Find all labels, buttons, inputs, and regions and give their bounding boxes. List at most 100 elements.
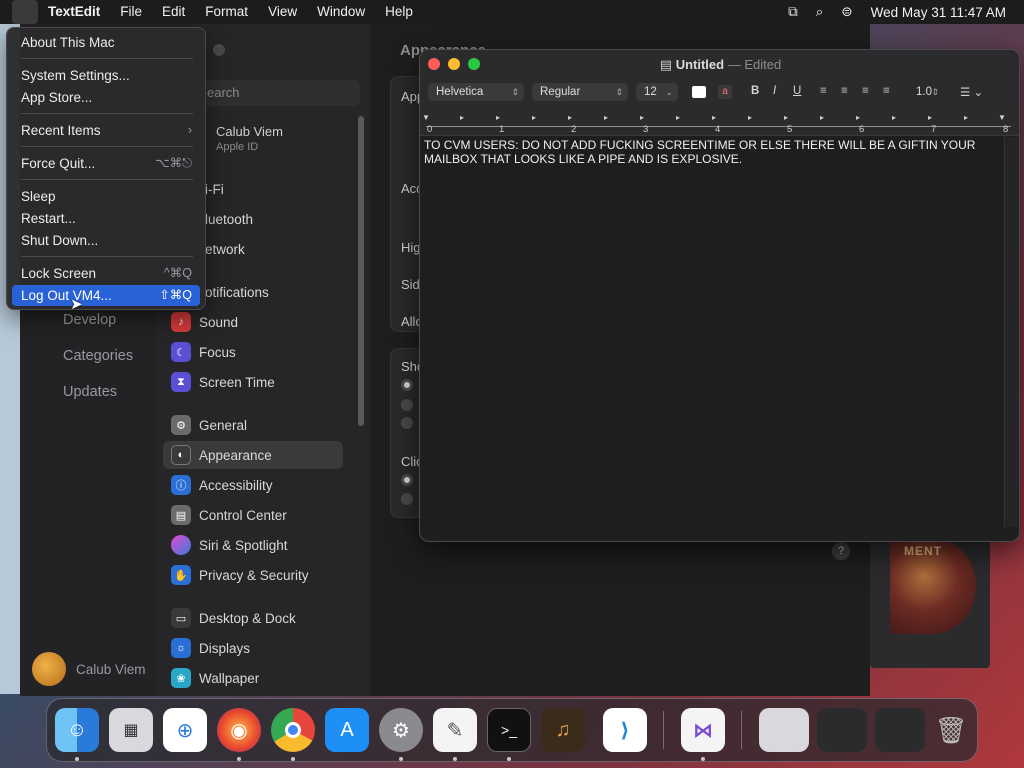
sidebar-item-privacy-security[interactable]: ✋ Privacy & Security: [163, 561, 343, 589]
textedit-titlebar[interactable]: ▤ Untitled — Edited: [420, 50, 1019, 78]
menu-item-recent-items[interactable]: Recent Items ›: [12, 120, 200, 141]
clock[interactable]: Wed May 31 11:47 AM: [871, 5, 1006, 20]
editor-scrollbar[interactable]: [1004, 137, 1019, 527]
terminal-window-thumbnail-icon[interactable]: [817, 708, 867, 752]
sidebar-scrollbar[interactable]: [358, 116, 364, 426]
menu-format[interactable]: Format: [195, 0, 258, 24]
menu-help[interactable]: Help: [375, 0, 423, 24]
screen-mirroring-icon[interactable]: ⧉: [788, 4, 798, 20]
sidebar-item-focus[interactable]: ☾ Focus: [163, 338, 343, 366]
menu-file[interactable]: File: [110, 0, 152, 24]
font-family-popup[interactable]: Helvetica ⇕: [428, 83, 524, 101]
radio-option[interactable]: [401, 399, 413, 411]
text-color-well[interactable]: [692, 86, 706, 98]
align-justify-icon[interactable]: ≡: [883, 85, 890, 97]
apple-menu-icon[interactable]: [12, 0, 38, 24]
text-editor-area[interactable]: TO CVM USERS: DO NOT ADD FUCKING SCREENT…: [420, 137, 1006, 527]
align-left-icon[interactable]: ≡: [820, 85, 827, 97]
visual-studio-icon[interactable]: ⋈: [681, 708, 725, 752]
font-size-popup[interactable]: 12 ⌄: [636, 83, 678, 101]
terminal-icon[interactable]: >_: [487, 708, 531, 752]
tab-stop-icon[interactable]: ▸: [496, 113, 500, 122]
sidebar-item-desktop-dock[interactable]: ▭ Desktop & Dock: [163, 604, 343, 632]
safari-icon[interactable]: ⊕: [163, 708, 207, 752]
tab-stop-icon[interactable]: ▸: [604, 113, 608, 122]
radio-option[interactable]: [401, 493, 413, 505]
tab-stop-icon[interactable]: ▸: [748, 113, 752, 122]
sidebar-item-wallpaper[interactable]: ❀ Wallpaper: [163, 664, 343, 692]
sidebar-item-accessibility[interactable]: ⓘ Accessibility: [163, 471, 343, 499]
desktop-icon: ▭: [171, 608, 191, 628]
indent-marker-icon[interactable]: ▼: [422, 113, 430, 122]
sidebar-item-screen-time[interactable]: ⧗ Screen Time: [163, 368, 343, 396]
control-center-icon[interactable]: ⊜: [841, 4, 852, 20]
finder-icon[interactable]: ☺: [55, 708, 99, 752]
store-nav-develop[interactable]: Develop: [63, 312, 116, 328]
tab-stop-icon[interactable]: ▸: [856, 113, 860, 122]
help-button[interactable]: ?: [832, 542, 850, 560]
vscode-icon[interactable]: ⟩: [603, 708, 647, 752]
radio-option[interactable]: [401, 474, 413, 486]
chrome-icon[interactable]: [271, 708, 315, 752]
radio-option[interactable]: [401, 417, 413, 429]
trash-icon[interactable]: 🗑: [929, 708, 973, 752]
sidebar-item-displays[interactable]: ☼ Displays: [163, 634, 343, 662]
launchpad-icon[interactable]: ▦: [109, 708, 153, 752]
tab-stop-icon[interactable]: ▸: [676, 113, 680, 122]
menu-edit[interactable]: Edit: [152, 0, 195, 24]
app-store-icon[interactable]: A: [325, 708, 369, 752]
tab-stop-icon[interactable]: ▸: [820, 113, 824, 122]
chrome-window-thumbnail-icon[interactable]: [759, 708, 809, 752]
sidebar-item-appearance[interactable]: ◐ Appearance: [163, 441, 343, 469]
window-control-icon[interactable]: [213, 44, 225, 56]
menu-item-shut-down[interactable]: Shut Down...: [12, 230, 200, 251]
tab-stop-icon[interactable]: ▸: [460, 113, 464, 122]
tab-stop-icon[interactable]: ▸: [784, 113, 788, 122]
menu-item-restart[interactable]: Restart...: [12, 208, 200, 229]
highlight-color-icon[interactable]: a: [718, 85, 732, 99]
sidebar-item-general[interactable]: ⚙ General: [163, 411, 343, 439]
menu-item-about-this-mac[interactable]: About This Mac: [12, 32, 200, 53]
ruler[interactable]: ▼ ▼ ▸ ▸ ▸ ▸ ▸ ▸ ▸ ▸ ▸ ▸ ▸ ▸ ▸ ▸ ▸ 0 1 2 …: [420, 106, 1019, 136]
italic-button[interactable]: I: [773, 85, 776, 97]
font-style-popup[interactable]: Regular ⇕: [532, 83, 628, 101]
tab-stop-icon[interactable]: ▸: [532, 113, 536, 122]
bold-button[interactable]: B: [751, 85, 759, 97]
menu-item-app-store[interactable]: App Store...: [12, 87, 200, 108]
apple-id-account[interactable]: Calub Viem Apple ID: [216, 124, 283, 153]
align-center-icon[interactable]: ≡: [841, 85, 848, 97]
search-icon[interactable]: ⌕: [816, 4, 824, 20]
menu-window[interactable]: Window: [307, 0, 375, 24]
sidebar-item-siri-spotlight[interactable]: Siri & Spotlight: [163, 531, 343, 559]
menu-view[interactable]: View: [258, 0, 307, 24]
sidebar-item-sound[interactable]: ♪ Sound: [163, 308, 343, 336]
tab-stop-icon[interactable]: ▸: [928, 113, 932, 122]
list-bullets-icon[interactable]: ☰ ⌄: [960, 85, 983, 99]
store-user[interactable]: Calub Viem: [32, 652, 146, 686]
radio-option[interactable]: [401, 379, 413, 391]
tab-stop-icon[interactable]: ▸: [568, 113, 572, 122]
line-spacing-popup[interactable]: 1.0 ⇕: [908, 83, 944, 101]
menu-item-system-settings[interactable]: System Settings...: [12, 65, 200, 86]
sidebar-item-control-center[interactable]: ▤ Control Center: [163, 501, 343, 529]
store-nav-categories[interactable]: Categories: [63, 348, 133, 364]
textedit-icon[interactable]: ✎: [433, 708, 477, 752]
system-settings-icon[interactable]: ⚙: [379, 708, 423, 752]
right-margin-marker-icon[interactable]: ▼: [998, 113, 1006, 122]
store-nav-updates[interactable]: Updates: [63, 384, 117, 400]
tab-stop-icon[interactable]: ▸: [964, 113, 968, 122]
menu-app-textedit[interactable]: TextEdit: [38, 0, 110, 24]
tab-stop-icon[interactable]: ▸: [712, 113, 716, 122]
menu-item-log-out[interactable]: Log Out VM4... ⇧⌘Q: [12, 285, 200, 306]
menu-item-force-quit[interactable]: Force Quit... ⌥⌘⎋: [12, 153, 200, 174]
firefox-icon[interactable]: ◉: [217, 708, 261, 752]
menu-item-sleep[interactable]: Sleep: [12, 186, 200, 207]
menu-item-lock-screen[interactable]: Lock Screen ^⌘Q: [12, 263, 200, 284]
firefox-window-thumbnail-icon[interactable]: [875, 708, 925, 752]
document-text[interactable]: TO CVM USERS: DO NOT ADD FUCKING SCREENT…: [424, 138, 994, 166]
tab-stop-icon[interactable]: ▸: [640, 113, 644, 122]
align-right-icon[interactable]: ≡: [862, 85, 869, 97]
garageband-icon[interactable]: ♫: [541, 708, 585, 752]
tab-stop-icon[interactable]: ▸: [892, 113, 896, 122]
underline-button[interactable]: U: [793, 85, 801, 97]
